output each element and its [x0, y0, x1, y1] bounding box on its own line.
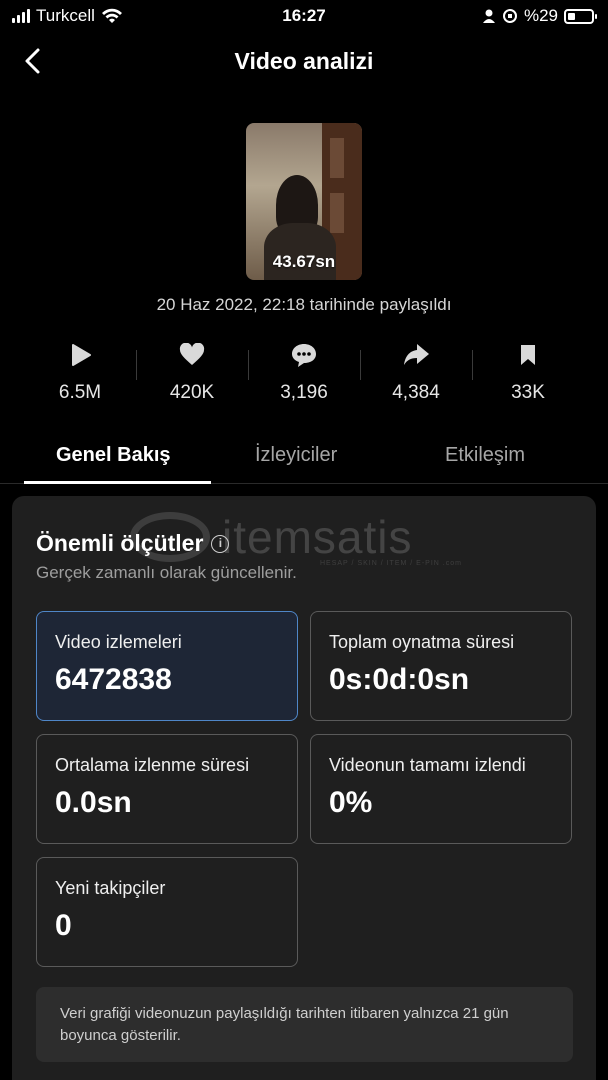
heart-icon: [179, 343, 205, 365]
metric-label: Toplam oynatma süresi: [329, 632, 515, 652]
tab-overview[interactable]: Genel Bakış: [56, 444, 171, 467]
metric-label: Yeni takipçiler: [55, 878, 166, 898]
section-title-text: Önemli ölçütler: [36, 530, 204, 556]
key-metrics-card: itemsatis HESAP / SKIN / ITEM / E-PIN .c…: [12, 496, 596, 1080]
metric-average-watch-time[interactable]: Ortalama izlenme süresi 0.0sn: [36, 734, 298, 844]
section-title: Önemli ölçütler i: [36, 530, 230, 557]
stat-value: 6.5M: [58, 382, 102, 403]
stat-likes: 420K: [136, 340, 248, 410]
metric-label: Ortalama izlenme süresi: [55, 755, 250, 775]
metric-new-followers[interactable]: Yeni takipçiler 0: [36, 857, 298, 967]
stat-value: 4,384: [392, 382, 440, 403]
play-icon: [72, 344, 91, 366]
stat-views: 6.5M: [24, 340, 136, 410]
status-bar: Turkcell 16:27 %29: [0, 0, 608, 32]
info-icon[interactable]: i: [211, 534, 230, 553]
stat-shares: 4,384: [360, 340, 472, 410]
metric-value: 0: [55, 909, 72, 942]
metric-video-views[interactable]: Video izlemeleri 6472838: [36, 611, 298, 721]
battery-icon: [564, 8, 597, 24]
video-duration: 43.67sn: [272, 252, 336, 271]
section-subtitle: Gerçek zamanlı olarak güncellenir.: [36, 563, 297, 582]
metric-value: 6472838: [55, 663, 172, 696]
video-thumbnail[interactable]: 43.67sn: [246, 123, 362, 280]
page-title: Video analizi: [234, 48, 374, 74]
orientation-lock-icon: [502, 9, 517, 23]
stat-value: 420K: [169, 382, 215, 403]
tab-viewers[interactable]: İzleyiciler: [255, 444, 337, 467]
stat-value: 33K: [511, 382, 545, 403]
tab-bar: Genel Bakış İzleyiciler Etkileşim: [0, 432, 608, 484]
posted-date: 20 Haz 2022, 22:18 tarihinde paylaşıldı: [156, 295, 452, 314]
stat-comments: 3,196: [248, 340, 360, 410]
nav-header: Video analizi: [0, 38, 608, 86]
watermark-tagline: HESAP / SKIN / ITEM / E-PIN .com: [320, 560, 462, 567]
metric-watched-full[interactable]: Videonun tamamı izlendi 0%: [310, 734, 572, 844]
metric-label: Video izlemeleri: [55, 632, 182, 652]
share-icon: [404, 344, 429, 365]
battery-percent: %29: [523, 6, 558, 25]
comment-icon: [292, 344, 316, 367]
watermark-text: itemsatis: [222, 511, 413, 563]
metric-label: Videonun tamamı izlendi: [329, 755, 526, 775]
metric-value: 0%: [329, 786, 373, 819]
person-icon: [482, 9, 495, 23]
metric-total-play-time[interactable]: Toplam oynatma süresi 0s:0d:0sn: [310, 611, 572, 721]
info-note: Veri grafiği videonuzun paylaşıldığı tar…: [36, 987, 573, 1062]
stat-value: 3,196: [280, 382, 328, 403]
metric-value: 0s:0d:0sn: [329, 663, 470, 696]
tab-engagement[interactable]: Etkileşim: [445, 444, 525, 467]
metric-value: 0.0sn: [55, 786, 132, 819]
stat-saves: 33K: [472, 340, 584, 410]
bookmark-icon: [521, 345, 535, 365]
stats-row: 6.5M 420K 3,196 4,384 33K: [24, 340, 584, 410]
active-tab-indicator: [24, 481, 211, 484]
